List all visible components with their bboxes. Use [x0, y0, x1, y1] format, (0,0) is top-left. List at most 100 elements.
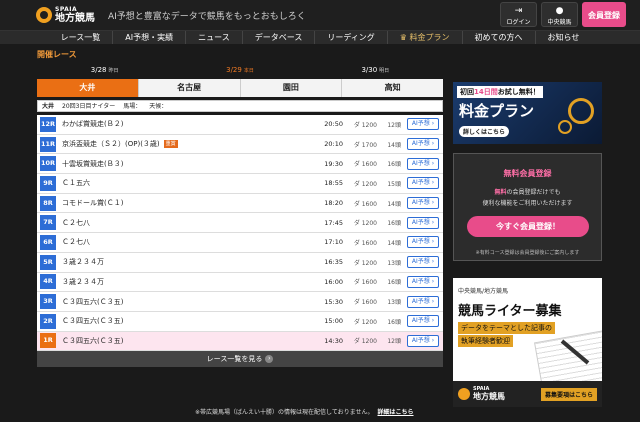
- logo-mark-icon: [458, 387, 470, 400]
- nav-leading[interactable]: リーディング: [314, 31, 386, 44]
- section-title: 開催レース: [37, 50, 77, 59]
- ai-prediction-button[interactable]: AI予想: [407, 236, 439, 249]
- venue-tab-sonoda[interactable]: 園田: [239, 79, 342, 97]
- nav-beginners[interactable]: 初めての方へ: [461, 31, 535, 44]
- race-list: 12R わかば賞競走(Ｂ２) 20:50 ダ 1200 12頭 AI予想 11R 京浜盃競走（…: [37, 115, 443, 352]
- crown-icon: ♛: [399, 33, 410, 42]
- free-register-desc-line1: の会員登録だけでも: [506, 189, 561, 196]
- race-name[interactable]: 京浜盃競走（Ｓ２）(OP)(３歳) 重賞: [62, 139, 321, 149]
- date-tab-yesterday[interactable]: 3/28 昨日: [37, 64, 172, 77]
- race-row[interactable]: 5R ３歳２３４万 16:35 ダ 1200 13頭 AI予想: [37, 252, 443, 273]
- race-name[interactable]: わかば賞競走(Ｂ２): [62, 119, 321, 129]
- race-row[interactable]: 9R Ｃ１五六 18:55 ダ 1200 15頭 AI予想: [37, 174, 443, 194]
- race-time: 15:00: [324, 317, 343, 326]
- nav-pricing[interactable]: ♛ 料金プラン: [386, 31, 462, 44]
- race-name[interactable]: Ｃ３四五六(Ｃ３五): [62, 297, 321, 307]
- central-keiba-button[interactable]: ● 中央競馬: [541, 2, 578, 27]
- ai-prediction-button[interactable]: AI予想: [407, 295, 439, 308]
- race-row[interactable]: 7R Ｃ２七八 17:45 ダ 1200 16頭 AI予想: [37, 213, 443, 234]
- race-row[interactable]: 4R ３歳２３４万 16:00 ダ 1600 16頭 AI予想: [37, 272, 443, 293]
- register-button[interactable]: 会員登録: [582, 2, 626, 27]
- free-register-box: 無料会員登録 無料の会員登録だけでも 便利な機能をご利用いただけます 今すぐ会員登…: [453, 153, 602, 261]
- race-distance: ダ 1600: [353, 279, 377, 287]
- venue-tab-nagoya[interactable]: 名古屋: [137, 79, 240, 97]
- race-name[interactable]: Ｃ３四五六(Ｃ３五): [62, 336, 321, 346]
- race-name[interactable]: Ｃ１五六: [62, 178, 321, 188]
- ai-prediction-button[interactable]: AI予想: [407, 197, 439, 210]
- free-register-desc-strong: 無料: [494, 189, 507, 196]
- race-time: 20:50: [324, 120, 343, 129]
- grade-badge: 重賞: [163, 140, 178, 149]
- race-time: 17:10: [324, 238, 343, 247]
- recruit-requirements-button[interactable]: 募集要項はこちら: [540, 388, 597, 401]
- writer-recruit-banner[interactable]: 中央競馬/地方競馬 競馬ライター募集 データをテーマとした記事の 執筆経験者歓迎…: [453, 278, 602, 407]
- pricing-banner[interactable]: 初回14日間お試し無料！ 料金プラン 詳しくはこちら: [453, 82, 602, 144]
- more-races-button[interactable]: レース一覧を見る ›: [37, 351, 443, 368]
- race-number: 4R: [40, 274, 56, 290]
- details-link[interactable]: 詳細はこちら: [378, 409, 414, 416]
- recruit-kicker: 中央競馬/地方競馬: [458, 288, 509, 295]
- ai-prediction-button[interactable]: AI予想: [407, 138, 439, 151]
- ai-prediction-button[interactable]: AI予想: [407, 118, 439, 131]
- login-label: ログイン: [506, 19, 531, 26]
- race-name[interactable]: ３歳２３４万: [62, 277, 321, 287]
- tagline: AI予想と豊富なデータで競馬をもっとおもしろく: [108, 12, 306, 22]
- register-now-button[interactable]: 今すぐ会員登録！: [467, 216, 589, 237]
- spaia-icon: ●: [555, 6, 564, 16]
- pricing-details-button[interactable]: 詳しくはこちら: [459, 126, 510, 137]
- site-logo[interactable]: SPAIA 地方競馬: [36, 6, 95, 24]
- race-name[interactable]: Ｃ２七八: [62, 237, 321, 247]
- login-button[interactable]: ⇥ ログイン: [500, 2, 537, 27]
- date-text: 3/29: [226, 66, 242, 74]
- race-heads: 16頭: [387, 161, 401, 169]
- venue-tab-oi[interactable]: 大井: [37, 79, 138, 97]
- race-name[interactable]: Ｃ２七八: [62, 218, 321, 228]
- race-row[interactable]: 10R 十雲坂賞競走(Ｂ３) 19:30 ダ 1600 16頭 AI予想: [37, 154, 443, 175]
- ai-prediction-button[interactable]: AI予想: [407, 334, 439, 347]
- race-distance: ダ 1200: [353, 318, 377, 326]
- nav-database[interactable]: データベース: [241, 31, 315, 44]
- race-row[interactable]: 6R Ｃ２七八 17:10 ダ 1600 14頭 AI予想: [37, 233, 443, 253]
- ai-prediction-button[interactable]: AI予想: [407, 256, 439, 269]
- date-tabs: 3/28 昨日 3/29 本日 3/30 明日: [37, 64, 443, 77]
- nav-news[interactable]: ニュース: [185, 31, 242, 44]
- race-row[interactable]: 11R 京浜盃競走（Ｓ２）(OP)(３歳) 重賞 20:10 ダ 1700 14頭 AI予想: [37, 134, 443, 155]
- race-distance: ダ 1600: [353, 299, 377, 307]
- pricing-banner-title: 料金プラン: [459, 102, 535, 120]
- race-row[interactable]: 1R Ｃ３四五六(Ｃ３五) 14:30 ダ 1200 12頭 AI予想: [37, 331, 443, 352]
- race-name[interactable]: コモドール賞(Ｃ１): [62, 198, 321, 208]
- recruit-logo: SPAIA 地方競馬: [458, 386, 505, 401]
- ai-prediction-button[interactable]: AI予想: [407, 216, 439, 229]
- race-heads: 16頭: [387, 279, 401, 287]
- nav-notices[interactable]: お知らせ: [534, 31, 592, 44]
- race-number: 11R: [40, 136, 56, 152]
- race-row[interactable]: 12R わかば賞競走(Ｂ２) 20:50 ダ 1200 12頭 AI予想: [37, 115, 443, 135]
- date-tab-tomorrow[interactable]: 3/30 明日: [308, 64, 443, 77]
- race-name-text: Ｃ３四五六(Ｃ３五): [62, 336, 124, 345]
- nav-pricing-label: 料金プラン: [409, 33, 450, 42]
- race-heads: 13頭: [387, 299, 401, 307]
- race-row[interactable]: 3R Ｃ３四五六(Ｃ３五) 15:30 ダ 1600 13頭 AI予想: [37, 292, 443, 312]
- ai-prediction-button[interactable]: AI予想: [407, 157, 439, 170]
- race-name[interactable]: 十雲坂賞競走(Ｂ３): [62, 159, 321, 169]
- nav-race-list[interactable]: レース一覧: [49, 31, 113, 44]
- race-distance: ダ 1200: [353, 220, 377, 228]
- race-row[interactable]: 8R コモドール賞(Ｃ１) 18:20 ダ 1600 14頭 AI予想: [37, 193, 443, 214]
- venue-tab-kochi[interactable]: 高知: [341, 79, 443, 97]
- race-number: 12R: [40, 116, 56, 132]
- ai-prediction-button[interactable]: AI予想: [407, 275, 439, 288]
- free-register-desc-line2: 便利な機能をご利用いただけます: [482, 200, 573, 207]
- ai-prediction-button[interactable]: AI予想: [407, 177, 439, 190]
- ai-prediction-button[interactable]: AI予想: [407, 315, 439, 328]
- race-name[interactable]: ３歳２３４万: [62, 257, 321, 267]
- race-row[interactable]: 2R Ｃ３四五六(Ｃ３五) 15:00 ダ 1200 16頭 AI予想: [37, 311, 443, 332]
- free-trial-days: 14日間: [474, 88, 498, 96]
- race-name[interactable]: Ｃ３四五六(Ｃ３五): [62, 316, 321, 326]
- nav-ai-prediction[interactable]: AI予想・実績: [112, 31, 185, 44]
- logo-mark-icon: [36, 7, 52, 23]
- meeting-track: 大井: [42, 103, 55, 110]
- recruit-footer: SPAIA 地方競馬 募集要項はこちら: [453, 381, 602, 407]
- race-number: 6R: [40, 234, 56, 250]
- date-text: 3/28: [90, 66, 107, 74]
- date-tab-today[interactable]: 3/29 本日: [172, 64, 307, 77]
